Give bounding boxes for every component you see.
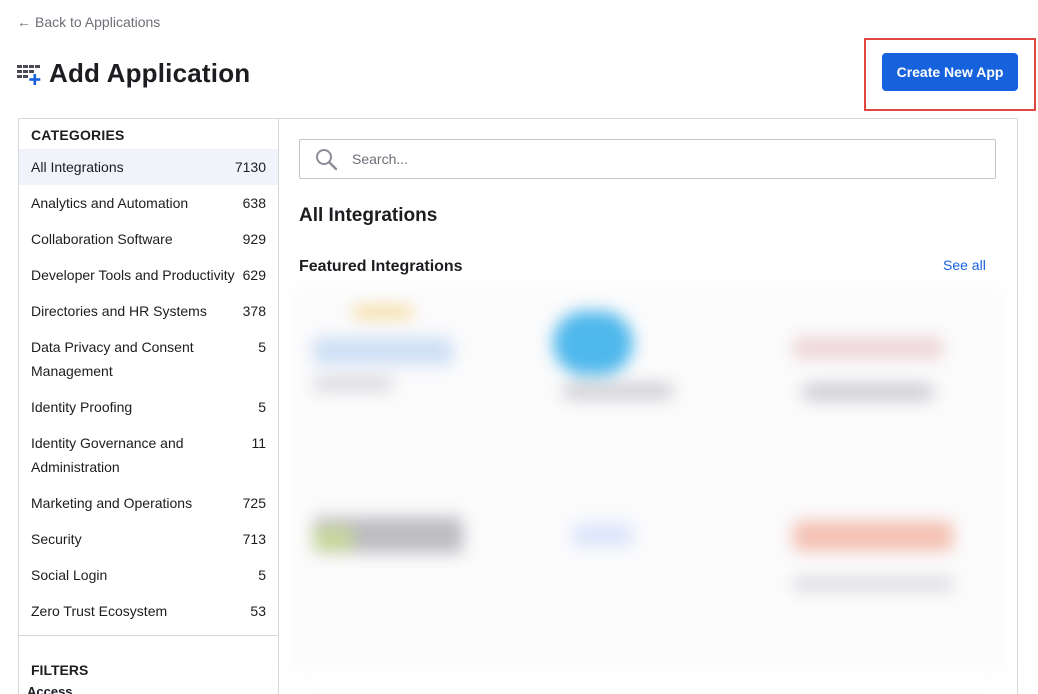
section-title: All Integrations [299, 205, 438, 226]
categories-sidebar: CATEGORIES All Integrations 7130 Analyti… [19, 119, 279, 694]
featured-card [313, 377, 393, 391]
search-icon [314, 147, 338, 171]
category-count: 725 [242, 495, 266, 511]
back-link-label: Back to Applications [35, 14, 161, 30]
category-label: Collaboration Software [31, 231, 173, 247]
category-label: Social Login [31, 567, 108, 583]
categories-heading: CATEGORIES [31, 127, 125, 143]
category-count: 378 [242, 303, 266, 319]
back-to-applications-link[interactable]: ← Back to Applications [17, 14, 160, 30]
category-label: Analytics and Automation [31, 195, 189, 211]
category-count: 629 [242, 267, 266, 283]
filter-group-access: Access [27, 684, 73, 694]
category-item-zero-trust[interactable]: Zero Trust Ecosystem 53 [19, 593, 278, 629]
create-new-app-button[interactable]: Create New App [882, 53, 1018, 91]
category-label: Directories and HR Systems [31, 303, 207, 319]
category-item-all-integrations[interactable]: All Integrations 7130 [19, 149, 278, 185]
featured-card [573, 523, 633, 547]
category-label: Identity Proofing [31, 399, 133, 415]
page-title: Add Application [49, 58, 251, 88]
category-list: All Integrations 7130 Analytics and Auto… [19, 149, 278, 629]
featured-integrations-title: Featured Integrations [299, 258, 463, 275]
featured-card [793, 337, 943, 359]
category-item-collaboration-software[interactable]: Collaboration Software 929 [19, 221, 278, 257]
category-item-identity-proofing[interactable]: Identity Proofing 5 [19, 389, 278, 425]
featured-integrations-grid [293, 287, 1003, 671]
category-count: 11 [251, 435, 266, 451]
category-item-analytics-automation[interactable]: Analytics and Automation 638 [19, 185, 278, 221]
catalog-main: All Integrations Featured Integrations S… [279, 119, 1017, 694]
category-item-directories-hr[interactable]: Directories and HR Systems 378 [19, 293, 278, 329]
category-item-identity-governance[interactable]: Identity Governance and Administration 1… [19, 425, 278, 485]
category-count: 713 [242, 531, 266, 547]
featured-card [353, 307, 413, 317]
page-header: Add Application [17, 58, 250, 89]
category-count: 5 [258, 399, 266, 415]
category-count: 638 [242, 195, 266, 211]
featured-card [553, 311, 633, 375]
featured-card [793, 577, 953, 591]
category-item-social-login[interactable]: Social Login 5 [19, 557, 278, 593]
category-label: Developer Tools and Productivity [31, 267, 235, 283]
category-label: Identity Governance and Administration [31, 435, 184, 475]
add-application-page: ← Back to Applications Add Application C… [0, 0, 1038, 694]
featured-card [563, 383, 673, 399]
featured-card [793, 521, 953, 551]
filters-heading: FILTERS [31, 662, 89, 678]
search-input[interactable] [352, 151, 952, 167]
category-item-marketing-operations[interactable]: Marketing and Operations 725 [19, 485, 278, 521]
apps-grid-plus-icon [17, 62, 41, 86]
category-item-data-privacy[interactable]: Data Privacy and Consent Management 5 [19, 329, 278, 389]
featured-card [313, 527, 353, 551]
arrow-left-icon: ← [17, 14, 31, 30]
category-count: 53 [250, 603, 266, 619]
category-count: 5 [258, 339, 266, 355]
category-label: All Integrations [31, 159, 124, 175]
featured-card [313, 337, 453, 365]
search-box[interactable] [299, 139, 996, 179]
category-label: Marketing and Operations [31, 495, 193, 511]
catalog-panel: CATEGORIES All Integrations 7130 Analyti… [18, 118, 1018, 694]
category-count: 7130 [234, 159, 266, 175]
category-item-security[interactable]: Security 713 [19, 521, 278, 557]
category-label: Security [31, 531, 82, 547]
category-label: Data Privacy and Consent Management [31, 339, 194, 379]
category-label: Zero Trust Ecosystem [31, 603, 168, 619]
category-count: 929 [242, 231, 266, 247]
featured-card [803, 383, 933, 401]
category-item-developer-tools[interactable]: Developer Tools and Productivity 629 [19, 257, 278, 293]
category-count: 5 [258, 567, 266, 583]
see-all-link[interactable]: See all [943, 257, 986, 273]
